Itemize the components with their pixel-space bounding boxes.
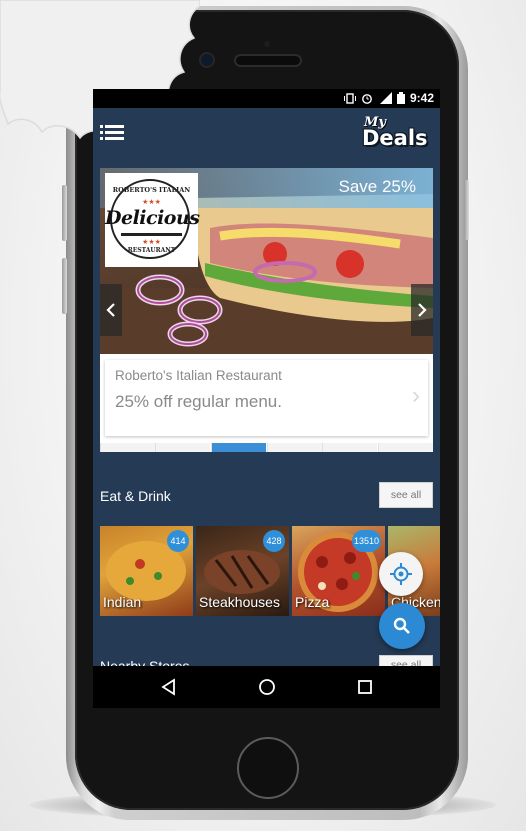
carousel-prev-button[interactable] — [100, 284, 122, 336]
chevron-right-icon — [418, 303, 427, 317]
recents-icon[interactable] — [355, 677, 375, 697]
status-time: 9:42 — [409, 91, 434, 105]
eat-drink-see-all-button[interactable]: see all — [379, 482, 433, 508]
pager-dot[interactable] — [322, 443, 377, 452]
search-icon — [393, 617, 410, 634]
pager-dot[interactable] — [378, 443, 433, 452]
eat-drink-title: Eat & Drink — [100, 488, 171, 504]
logo-bottom-text: RESTAURANT — [127, 247, 176, 254]
hamburger-menu-icon[interactable] — [100, 122, 124, 142]
front-camera — [201, 54, 213, 66]
status-bar: 9:42 — [93, 89, 440, 108]
volume-down-button — [62, 258, 67, 314]
pager-dot-active[interactable] — [211, 443, 266, 452]
logo-stars-icon: ★★★ — [142, 199, 161, 206]
category-label: Pizza — [295, 594, 330, 610]
category-tile-steakhouses[interactable]: 428 Steakhouses — [196, 526, 289, 616]
logo-top-text: ROBERTO'S ITALIAN — [112, 186, 191, 194]
pager-dot[interactable] — [267, 443, 322, 452]
category-tile-pizza[interactable]: 13510 Pizza — [292, 526, 385, 616]
carousel-next-button[interactable] — [411, 284, 433, 336]
earpiece-speaker — [236, 56, 300, 65]
nearby-stores-see-all-button[interactable]: see all — [379, 655, 433, 666]
deal-offer-text: 25% off regular menu. — [115, 392, 282, 411]
logo-deals-text: Deals — [362, 126, 428, 150]
category-label: Steakhouses — [199, 594, 280, 610]
home-icon[interactable] — [257, 677, 277, 697]
pager-dot[interactable] — [155, 443, 210, 452]
sandwich-image: Save 25% ROBERTO'S ITALIAN ★★★ Delicious… — [100, 168, 433, 354]
utensils-icon — [121, 233, 182, 236]
pager-dot[interactable] — [100, 443, 155, 452]
logo-script-text: Delicious — [105, 207, 200, 229]
category-count-badge: 428 — [263, 530, 285, 552]
alarm-icon — [362, 94, 372, 104]
save-label: Save 25% — [338, 177, 417, 196]
app-bar: My Deals — [93, 108, 440, 160]
phone-home-button — [237, 737, 299, 799]
deal-info-panel[interactable]: Roberto's Italian Restaurant 25% off reg… — [105, 360, 428, 436]
mydeals-logo: My Deals — [362, 115, 432, 157]
app-screen: 9:42 My Deals Save 25% ROBERTO'S ITALIAN… — [93, 89, 440, 666]
battery-icon — [396, 92, 405, 104]
my-location-button[interactable] — [379, 552, 423, 596]
chevron-left-icon — [106, 303, 115, 317]
category-label: Indian — [103, 594, 142, 610]
signal-icon — [379, 92, 392, 104]
featured-deal-card[interactable]: Save 25% ROBERTO'S ITALIAN ★★★ Delicious… — [100, 168, 433, 452]
proximity-sensor — [264, 41, 270, 47]
back-icon[interactable] — [159, 677, 179, 697]
crosshair-icon — [390, 563, 412, 585]
search-button[interactable] — [379, 603, 425, 649]
carousel-pager — [100, 443, 433, 452]
vibrate-icon — [343, 92, 356, 104]
restaurant-logo: ROBERTO'S ITALIAN ★★★ Delicious ★★★ REST… — [105, 173, 200, 267]
restaurant-name: Roberto's Italian Restaurant — [115, 368, 282, 383]
logo-stars-bottom-icon: ★★★ — [142, 239, 161, 246]
category-count-badge: 13510 — [351, 530, 381, 552]
chevron-right-icon: › — [412, 382, 420, 409]
category-tile-indian[interactable]: 414 Indian — [100, 526, 193, 616]
android-nav-bar — [93, 666, 440, 708]
power-button — [464, 180, 469, 240]
volume-up-button — [62, 185, 67, 241]
nearby-stores-title: Nearby Stores — [100, 658, 190, 666]
category-count-badge: 414 — [167, 530, 189, 552]
